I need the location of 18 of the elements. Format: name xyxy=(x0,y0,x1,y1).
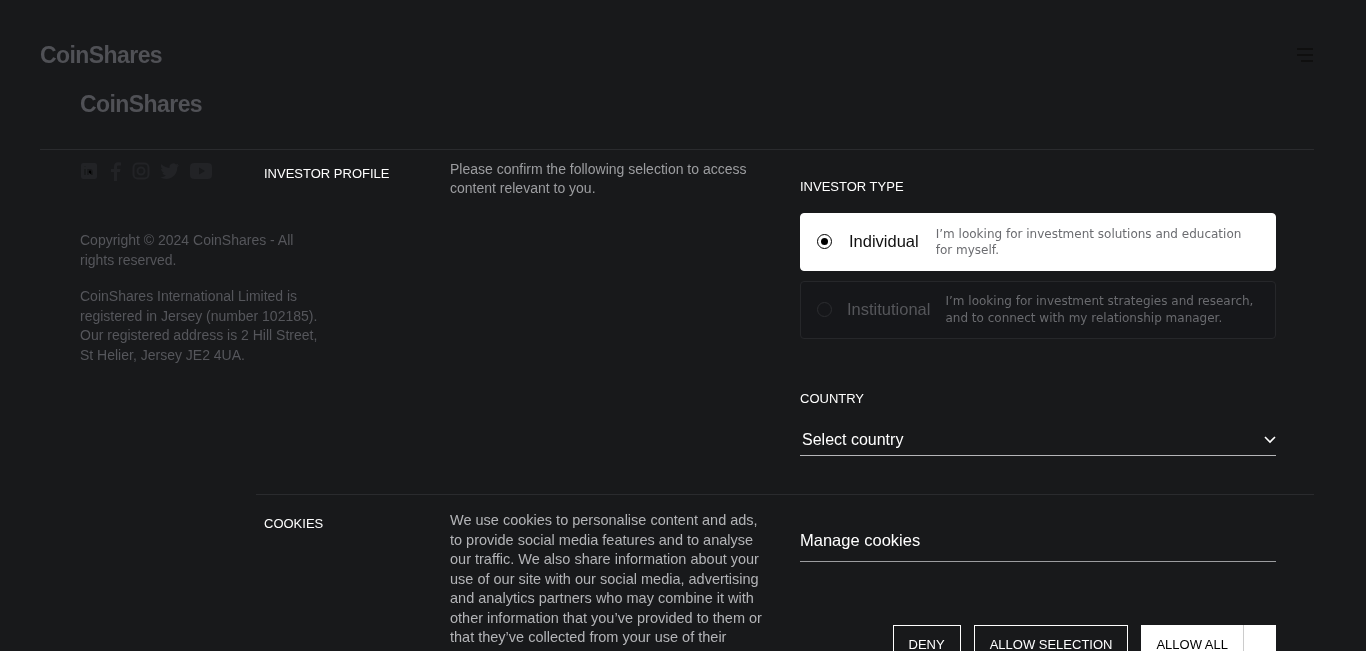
cookie-button[interactable]: DENY xyxy=(892,624,961,651)
linkedin-icon[interactable] xyxy=(80,162,98,180)
dropdown-button[interactable] xyxy=(1244,624,1276,651)
registration-text: CoinShares International Limited is registered in Jersey (number 102185). Our registered address is 2 Hill Street, St Helier, Jersey JE2 4UA. xyxy=(80,287,319,365)
manage-cookies-toggle[interactable]: Manage cookies xyxy=(800,528,1276,562)
investor-type-option[interactable]: Individual I’m looking for investment solutions and education for myself. xyxy=(800,212,1276,271)
cookie-description: We use cookies to personalise content and ads, to provide social media features and to analyse our traffic. We also share information about your use of our site with our social media, advertising and analytics partners who may combine it with other information that you’ve provided to them or that they’ve collected from your use of their xyxy=(450,511,763,647)
allow-all-button[interactable]: ALLOW ALL xyxy=(1141,624,1244,651)
section-heading: COOKIES xyxy=(264,516,324,531)
section-heading: INVESTOR PROFILE xyxy=(264,166,390,181)
footer-logo: CoinShares xyxy=(80,90,203,117)
chevron-down-icon xyxy=(1264,436,1276,444)
cookie-button[interactable]: ALLOW SELECTION xyxy=(973,624,1129,651)
field-label: INVESTOR TYPE xyxy=(800,178,905,196)
copyright-text: Copyright © 2024 CoinShares - All rights reserved. xyxy=(80,231,295,270)
country-select[interactable]: Select country xyxy=(800,428,1276,456)
field-label: COUNTRY xyxy=(800,389,866,408)
section-description: Please confirm the following selection to access content relevant to you. xyxy=(450,160,748,198)
